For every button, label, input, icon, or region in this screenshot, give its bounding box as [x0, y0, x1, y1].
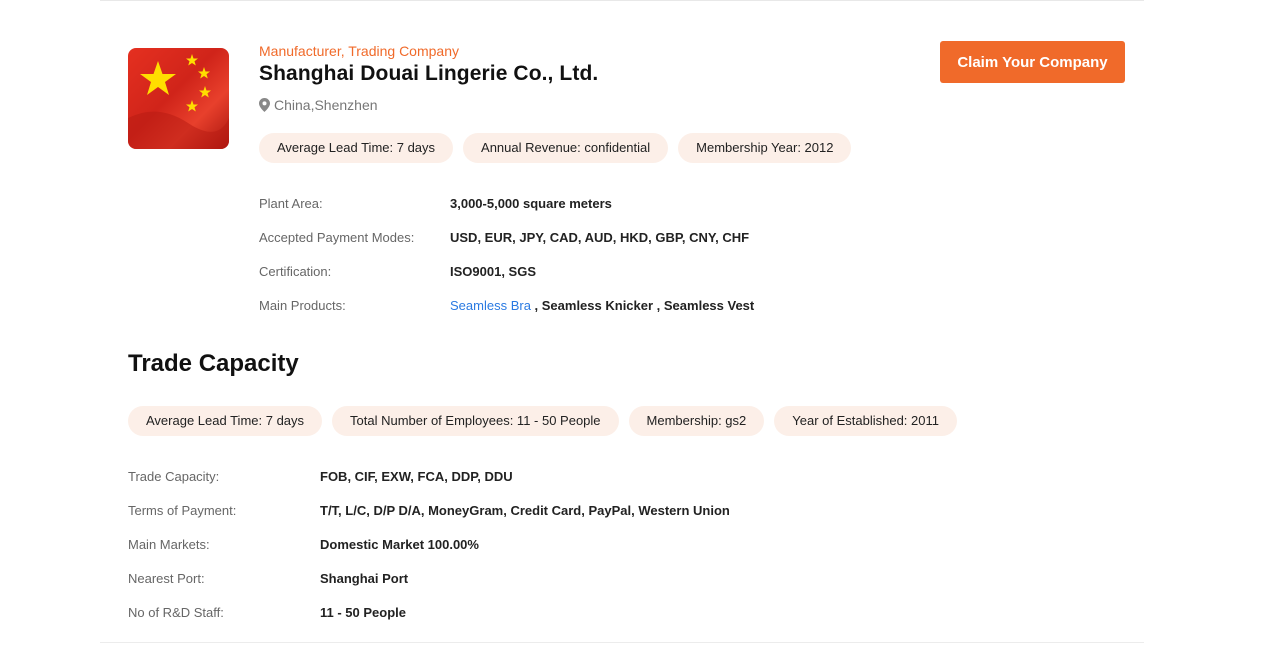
detail-value: Shanghai Port: [320, 571, 409, 586]
pill-employees: Total Number of Employees: 11 - 50 Peopl…: [332, 406, 619, 436]
company-name: Shanghai Douai Lingerie Co., Ltd.: [259, 62, 599, 85]
product-list-rest: , Seamless Knicker , Seamless Vest: [530, 298, 755, 313]
detail-label: Accepted Payment Modes:: [259, 230, 415, 245]
top-divider: [100, 0, 1144, 1]
claim-company-button[interactable]: Claim Your Company: [940, 41, 1125, 83]
company-pills: Average Lead Time: 7 days Annual Revenue…: [259, 133, 852, 163]
pill-lead-time: Average Lead Time: 7 days: [259, 133, 454, 163]
detail-value: ISO9001, SGS: [450, 264, 536, 279]
company-logo: [128, 48, 229, 149]
pill-annual-revenue: Annual Revenue: confidential: [463, 133, 669, 163]
pill-year-established: Year of Established: 2011: [774, 406, 957, 436]
detail-value: Seamless Bra , Seamless Knicker , Seamle…: [450, 298, 754, 313]
pill-membership-year: Membership Year: 2012: [678, 133, 852, 163]
detail-value: Domestic Market 100.00%: [320, 537, 479, 552]
company-location: China,Shenzhen: [259, 97, 378, 113]
product-link-seamless-bra[interactable]: Seamless Bra: [450, 298, 531, 313]
company-type: Manufacturer, Trading Company: [259, 43, 459, 59]
bottom-divider: [100, 642, 1144, 643]
pill-lead-time: Average Lead Time: 7 days: [128, 406, 323, 436]
detail-label: Trade Capacity:: [128, 469, 220, 484]
detail-label: Terms of Payment:: [128, 503, 237, 518]
detail-label: Plant Area:: [259, 196, 323, 211]
detail-label: No of R&D Staff:: [128, 605, 224, 620]
detail-label: Main Markets:: [128, 537, 210, 552]
detail-value: T/T, L/C, D/P D/A, MoneyGram, Credit Car…: [320, 503, 730, 518]
detail-label: Main Products:: [259, 298, 346, 313]
location-pin-icon: [259, 98, 270, 112]
detail-value: 3,000-5,000 square meters: [450, 196, 612, 211]
pill-membership: Membership: gs2: [628, 406, 765, 436]
detail-label: Nearest Port:: [128, 571, 205, 586]
detail-value: USD, EUR, JPY, CAD, AUD, HKD, GBP, CNY, …: [450, 230, 750, 245]
china-flag-icon: [128, 48, 229, 149]
detail-value: 11 - 50 People: [320, 605, 406, 620]
location-text: China,Shenzhen: [274, 97, 378, 113]
trade-pills: Average Lead Time: 7 days Total Number o…: [128, 406, 957, 436]
section-title-trade-capacity: Trade Capacity: [128, 350, 299, 377]
detail-value: FOB, CIF, EXW, FCA, DDP, DDU: [320, 469, 513, 484]
detail-label: Certification:: [259, 264, 332, 279]
